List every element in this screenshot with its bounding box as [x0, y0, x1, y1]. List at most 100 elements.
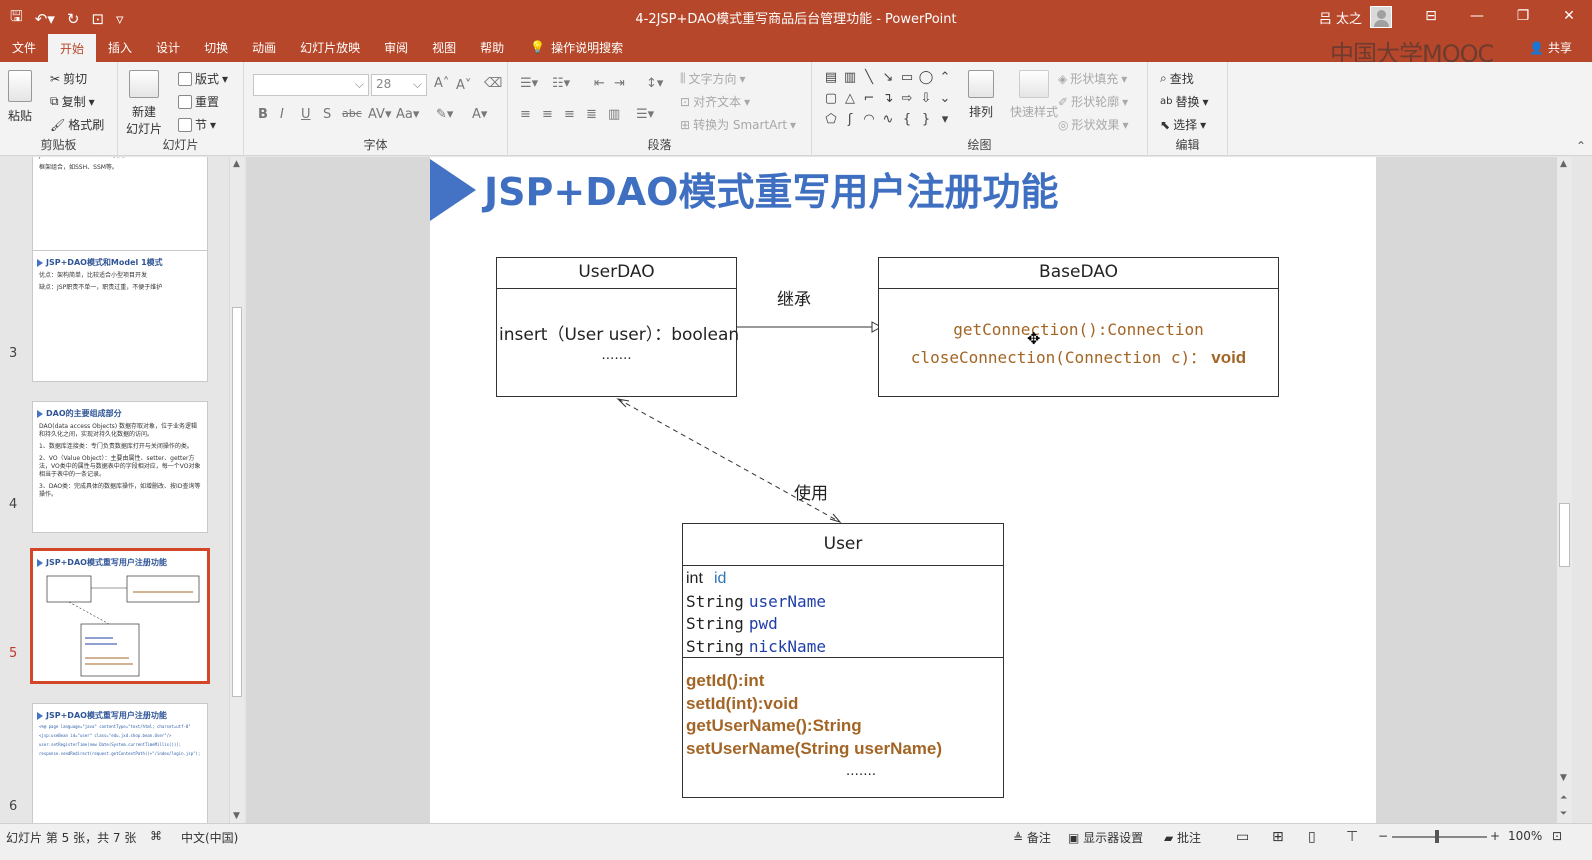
strikethrough-icon[interactable]: abc [342, 107, 362, 120]
shape-effects-button[interactable]: ◎ 形状效果 ▾ [1058, 116, 1129, 133]
tab-7[interactable]: 审阅 [372, 32, 420, 62]
align-center-icon[interactable]: ≡ [542, 107, 553, 122]
tab-4[interactable]: 切换 [192, 32, 240, 62]
display-settings-button[interactable]: ▣ 显示器设置 [1068, 829, 1143, 846]
italic-icon[interactable]: I [280, 107, 284, 122]
zoom-slider-thumb[interactable] [1434, 830, 1439, 843]
arrange-button[interactable]: 排列 [968, 70, 994, 120]
align-right-icon[interactable]: ≡ [564, 107, 575, 122]
zoom-percent[interactable]: 100% [1508, 829, 1542, 843]
select-button[interactable]: ⬉ 选择 ▾ [1160, 116, 1206, 133]
comments-button[interactable]: ▰ 批注 [1164, 829, 1201, 846]
font-color-icon[interactable]: A▾ [472, 107, 487, 122]
slide-thumbnail[interactable]: JSP+DAO模式重写用户注册功能 [30, 548, 210, 684]
collapse-ribbon-icon[interactable]: ⌃ [1576, 139, 1586, 153]
language-indicator[interactable]: 中文(中国) [181, 829, 238, 846]
brace-left-shape-icon[interactable]: { [898, 112, 916, 132]
tab-6[interactable]: 幻灯片放映 [288, 32, 372, 62]
fit-to-window-icon[interactable]: ⊡ [1552, 829, 1562, 843]
close-icon[interactable]: ✕ [1546, 0, 1592, 32]
userdao-class-box[interactable]: UserDAO insert（User user）：boolean ……. [496, 257, 739, 397]
zoom-slider[interactable] [1392, 836, 1487, 838]
scroll-down-icon[interactable]: ▼ [1560, 773, 1567, 783]
decrease-indent-icon[interactable]: ⇤ [594, 76, 605, 91]
shape-outline-button[interactable]: ✐ 形状轮廓 ▾ [1058, 93, 1128, 110]
tab-9[interactable]: 帮助 [468, 32, 516, 62]
shadow-icon[interactable]: S [323, 107, 331, 122]
slide-sorter-icon[interactable]: ⊞ [1272, 829, 1284, 845]
justify-icon[interactable]: ≣ [586, 107, 597, 122]
rounded-rect-shape-icon[interactable]: ▢ [822, 91, 840, 111]
tab-1[interactable]: 开始 [48, 34, 97, 62]
tab-3[interactable]: 设计 [144, 32, 192, 62]
arrow-line-shape-icon[interactable]: ↘ [879, 70, 897, 90]
right-arrow-shape-icon[interactable]: ⇨ [898, 91, 916, 111]
bullets-icon[interactable]: ☰▾ [520, 76, 538, 91]
next-slide-icon[interactable]: ⏷ [1560, 809, 1567, 819]
layout-button[interactable]: 版式 ▾ [178, 70, 228, 87]
increase-indent-icon[interactable]: ⇥ [614, 76, 625, 91]
account[interactable]: 吕 太之 [1319, 6, 1392, 28]
line-spacing-icon[interactable]: ↕▾ [646, 76, 663, 91]
shrink-font-icon[interactable]: A˅ [456, 78, 471, 93]
cut-button[interactable]: ✂ 剪切 [50, 70, 87, 87]
tab-2[interactable]: 插入 [96, 32, 144, 62]
more-shapes-icon[interactable]: ▾ [936, 112, 954, 132]
editor-scroll-thumb[interactable] [1559, 503, 1570, 567]
highlight-icon[interactable]: ✎▾ [436, 107, 453, 122]
normal-view-icon[interactable]: ▭ [1236, 829, 1249, 845]
find-button[interactable]: ⌕ 查找 [1160, 70, 1194, 87]
char-spacing-icon[interactable]: AV▾ [368, 107, 391, 122]
wave-shape-icon[interactable]: ∿ [879, 112, 897, 132]
editor-scrollbar[interactable]: ▲ ▼ ⏶ ⏷ [1556, 157, 1572, 823]
freeform-shape-icon[interactable]: ⬠ [822, 112, 840, 132]
basedao-class-box[interactable]: BaseDAO getConnection():Connection close… [878, 257, 1279, 397]
numbering-icon[interactable]: ☷▾ [552, 76, 570, 91]
shapes-gallery[interactable]: ▤ ▥ ╲ ↘ ▭ ◯ ⌃ ▢ △ ⌐ ↴ ⇨ ⇩ ⌄ ⬠ ʃ ◠ ∿{} ▾ [822, 70, 962, 130]
zoom-in-icon[interactable]: + [1490, 829, 1500, 843]
scroll-down-icon[interactable]: ▼ [233, 811, 240, 821]
paste-button[interactable]: 粘贴 [8, 70, 32, 124]
curve-shape-icon[interactable]: ʃ [841, 112, 859, 132]
grow-font-icon[interactable]: A˄ [434, 76, 449, 91]
textbox-shape-icon[interactable]: ▤ [822, 70, 840, 90]
font-name-combo[interactable]: ⌵ [253, 74, 369, 96]
align-text-button[interactable]: ⊡ 对齐文本 ▾ [680, 93, 750, 110]
reset-button[interactable]: 重置 [178, 93, 219, 110]
elbow-arrow-shape-icon[interactable]: ↴ [879, 91, 897, 111]
slide-thumbnail[interactable]: JSP+DAO模式重写用户注册功能 <%@ page language="java… [32, 703, 208, 823]
thumbnails-scroll-thumb[interactable] [232, 307, 242, 697]
text-direction-button[interactable]: ⫼ 文字方向 ▾ [680, 70, 746, 87]
slideshow-icon[interactable]: ⊤ [1346, 829, 1358, 845]
user-class-box[interactable]: User int id String userName String pwd Stri… [682, 523, 1004, 798]
zoom-out-icon[interactable]: − [1378, 829, 1388, 843]
change-case-icon[interactable]: Aa▾ [396, 107, 419, 122]
avatar[interactable] [1370, 6, 1392, 28]
quick-styles-button[interactable]: 快速样式 [1010, 70, 1058, 120]
reading-view-icon[interactable]: ▯ [1308, 829, 1316, 845]
columns-icon[interactable]: ☰▾ [636, 107, 654, 122]
oval-shape-icon[interactable]: ◯ [917, 70, 935, 90]
tab-8[interactable]: 视图 [420, 32, 468, 62]
slide-thumbnail[interactable]: JSP+DAO模式和Model 1模式 优点：架构简单，比较适合小型项目开发 缺点：… [32, 250, 208, 382]
notes-button[interactable]: ≜ 备注 [1013, 829, 1051, 846]
ribbon-display-icon[interactable]: ⊟ [1408, 0, 1454, 32]
current-slide[interactable]: JSP+DAO模式重写用户注册功能 UserDAO insert（User us… [430, 157, 1376, 823]
brace-right-shape-icon[interactable]: } [917, 112, 935, 132]
shape-fill-button[interactable]: ◈ 形状填充 ▾ [1058, 70, 1127, 87]
copy-button[interactable]: ⧉ 复制 ▾ [50, 93, 95, 110]
maximize-icon[interactable]: ❐ [1500, 0, 1546, 32]
slide-thumbnails-panel[interactable]: JSP+Servlet+DAO（MVC模式） 框架组合，如SSH、SSM等。 3 JS… [0, 157, 246, 823]
section-button[interactable]: 节 ▾ [178, 116, 216, 133]
share-button[interactable]: 👤 共享 [1529, 39, 1572, 56]
underline-icon[interactable]: U [301, 107, 311, 122]
tab-5[interactable]: 动画 [240, 32, 288, 62]
smartart-button[interactable]: ⊞ 转换为 SmartArt ▾ [680, 116, 796, 133]
down-arrow-shape-icon[interactable]: ⇩ [917, 91, 935, 111]
align-left-icon[interactable]: ≡ [520, 107, 531, 122]
scroll-up-icon[interactable]: ▲ [1560, 159, 1567, 169]
previous-slide-icon[interactable]: ⏶ [1560, 793, 1567, 803]
spellcheck-icon[interactable]: ⌘ [150, 829, 162, 843]
vtextbox-shape-icon[interactable]: ▥ [841, 70, 859, 90]
bold-icon[interactable]: B [258, 107, 268, 122]
